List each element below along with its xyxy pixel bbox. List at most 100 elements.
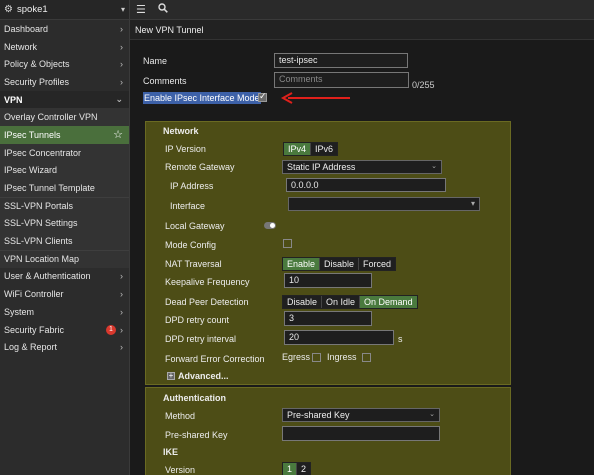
psk-field[interactable] — [282, 426, 440, 441]
sidebar-item-label: Dashboard — [4, 23, 49, 34]
sidebar-item-ipsec-concentrator[interactable]: IPsec Concentrator — [0, 143, 129, 162]
sidebar-item-label: SSL-VPN Clients — [4, 236, 73, 247]
method-label: Method — [165, 411, 196, 421]
sidebar-item-label: IPsec Wizard — [4, 165, 58, 176]
nat-enable[interactable]: Enable — [283, 258, 321, 270]
dpd-retry-interval-label: DPD retry interval — [165, 334, 237, 344]
ip-version-ipv4[interactable]: IPv4 — [284, 143, 312, 155]
top-bar: ☰ — [130, 0, 594, 20]
sidebar-item-ssl-vpn-portals[interactable]: SSL-VPN Portals — [0, 196, 129, 215]
chevron-down-icon: ⌄ — [431, 163, 437, 170]
sidebar-item-ssl-vpn-clients[interactable]: SSL-VPN Clients — [0, 232, 129, 250]
sidebar-item-label: Security Fabric — [4, 324, 65, 335]
ipsec-interface-mode-checkbox[interactable] — [258, 91, 267, 102]
sidebar-item-label: SSL-VPN Settings — [4, 218, 78, 229]
psk-label: Pre-shared Key — [165, 430, 228, 440]
sidebar-item-label: User & Authentication — [4, 271, 91, 282]
chevron-down-icon: ⌄ — [115, 94, 123, 105]
page-title: New VPN Tunnel — [130, 20, 594, 40]
sidebar-item-label: VPN Location Map — [4, 254, 80, 265]
dpd-retry-count-field[interactable]: 3 — [284, 311, 372, 326]
dpd-label: Dead Peer Detection — [165, 297, 249, 307]
sidebar-item-wifi-controller[interactable]: WiFi Controller › — [0, 285, 129, 303]
hamburger-icon[interactable]: ☰ — [136, 3, 146, 16]
method-select[interactable]: Pre-shared Key ⌄ — [282, 408, 440, 422]
sidebar: ⚙ spoke1 ▾ Dashboard › Network › Policy & … — [0, 0, 130, 475]
expand-plus-icon[interactable]: + — [167, 372, 175, 380]
remote-gateway-select[interactable]: Static IP Address ⌄ — [282, 160, 442, 174]
sidebar-item-label: VPN — [4, 94, 23, 105]
chevron-right-icon: › — [120, 289, 123, 300]
sidebar-item-log-report[interactable]: Log & Report › — [0, 338, 129, 356]
dpd-retry-count-label: DPD retry count — [165, 315, 230, 325]
ike-section-title: IKE — [163, 447, 179, 457]
advanced-link[interactable]: Advanced... — [178, 371, 229, 381]
ike-version-1[interactable]: 1 — [283, 463, 298, 475]
sidebar-item-label: Network — [4, 41, 38, 52]
gear-icon: ⚙ — [4, 3, 13, 15]
chevron-right-icon: › — [120, 23, 123, 34]
sidebar-item-vpn[interactable]: VPN ⌄ — [0, 90, 129, 109]
fec-ingress-checkbox[interactable] — [362, 353, 371, 362]
star-icon[interactable]: ☆ — [113, 128, 123, 141]
dpd-on-idle[interactable]: On Idle — [322, 296, 361, 308]
sidebar-item-policy-objects[interactable]: Policy & Objects › — [0, 55, 129, 73]
ike-version-label: Version — [165, 465, 196, 475]
nat-traversal-label: NAT Traversal — [165, 259, 222, 269]
ike-version-2[interactable]: 2 — [297, 463, 311, 475]
red-arrow-annotation — [280, 92, 350, 104]
sidebar-item-security-fabric[interactable]: Security Fabric 1 › — [0, 321, 129, 339]
sidebar-item-ssl-vpn-settings[interactable]: SSL-VPN Settings — [0, 214, 129, 233]
nat-disable[interactable]: Disable — [320, 258, 360, 270]
device-selector[interactable]: ⚙ spoke1 ▾ — [0, 0, 129, 20]
sidebar-item-ipsec-wizard[interactable]: IPsec Wizard — [0, 161, 129, 180]
sidebar-item-label: WiFi Controller — [4, 289, 64, 300]
chevron-down-icon: ⌄ — [429, 411, 435, 418]
remote-gateway-value: Static IP Address — [287, 162, 356, 172]
sidebar-item-label: IPsec Tunnel Template — [4, 183, 95, 194]
device-name: spoke1 — [17, 4, 48, 15]
fec-egress-label: Egress — [282, 352, 311, 362]
sidebar-item-overlay-controller-vpn[interactable]: Overlay Controller VPN — [0, 108, 129, 127]
comments-field[interactable]: Comments — [274, 72, 409, 88]
sidebar-item-vpn-location-map[interactable]: VPN Location Map — [0, 249, 129, 268]
sidebar-item-label: Policy & Objects — [4, 59, 70, 70]
keepalive-field[interactable]: 10 — [284, 273, 372, 288]
authentication-section-title: Authentication — [163, 393, 226, 403]
chevron-right-icon: › — [120, 306, 123, 317]
dpd-retry-interval-field[interactable]: 20 — [284, 330, 394, 345]
dpd-retry-interval-unit: s — [398, 334, 403, 344]
name-field[interactable]: test-ipsec — [274, 53, 408, 68]
sidebar-item-label: System — [4, 306, 35, 317]
sidebar-item-dashboard[interactable]: Dashboard › — [0, 20, 129, 38]
sidebar-item-ipsec-tunnels[interactable]: IPsec Tunnels ☆ — [0, 126, 129, 144]
sidebar-item-label: Log & Report — [4, 342, 58, 353]
interface-select[interactable]: ▾ — [288, 197, 480, 211]
mode-config-label: Mode Config — [165, 240, 217, 250]
sidebar-item-security-profiles[interactable]: Security Profiles › — [0, 73, 129, 91]
sidebar-item-network[interactable]: Network › — [0, 38, 129, 56]
sidebar-item-label: IPsec Tunnels — [4, 129, 61, 140]
sidebar-item-ipsec-tunnel-template[interactable]: IPsec Tunnel Template — [0, 179, 129, 197]
keepalive-label: Keepalive Frequency — [165, 277, 250, 287]
chevron-right-icon: › — [120, 324, 123, 335]
search-icon[interactable] — [158, 3, 168, 16]
nat-forced[interactable]: Forced — [359, 258, 396, 270]
sidebar-item-user-authentication[interactable]: User & Authentication › — [0, 268, 129, 286]
ip-address-field[interactable]: 0.0.0.0 — [286, 178, 446, 192]
fec-egress-checkbox[interactable] — [312, 353, 321, 362]
ip-version-toggle: IPv4 IPv6 — [283, 142, 339, 156]
fec-ingress-label: Ingress — [327, 352, 357, 362]
notification-badge: 1 — [106, 324, 116, 335]
network-section-title: Network — [163, 126, 199, 136]
chevron-right-icon: › — [120, 41, 123, 52]
dpd-on-demand[interactable]: On Demand — [360, 296, 417, 308]
dpd-disable[interactable]: Disable — [283, 296, 323, 308]
local-gateway-toggle[interactable] — [264, 222, 276, 229]
mode-config-checkbox[interactable] — [283, 239, 292, 248]
caret-down-icon: ▾ — [470, 199, 475, 208]
sidebar-item-label: Overlay Controller VPN — [4, 112, 98, 123]
sidebar-item-system[interactable]: System › — [0, 303, 129, 321]
ip-version-ipv6[interactable]: IPv6 — [311, 143, 338, 155]
local-gateway-label: Local Gateway — [165, 221, 225, 231]
